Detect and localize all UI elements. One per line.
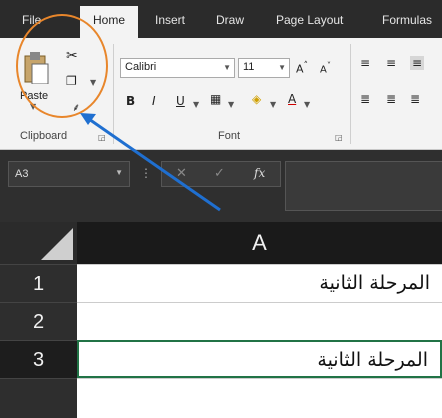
annotation-arrow [80, 113, 221, 212]
